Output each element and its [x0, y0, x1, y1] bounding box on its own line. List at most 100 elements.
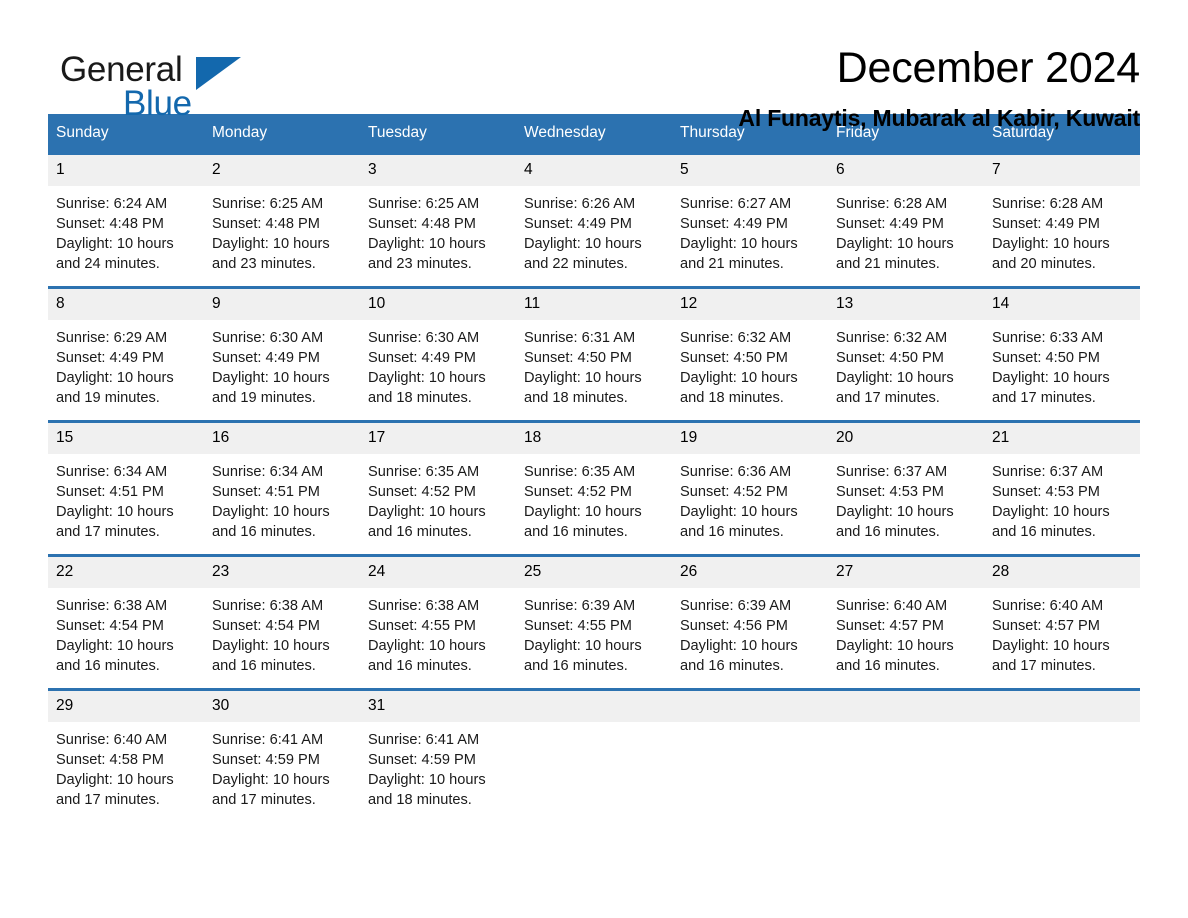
day-number: 11 [516, 289, 672, 320]
calendar-day-cell[interactable]: 21 Sunrise: 6:37 AM Sunset: 4:53 PM Dayligh… [984, 420, 1140, 556]
sunset-text: Sunset: 4:57 PM [992, 617, 1100, 634]
calendar-day-cell[interactable]: 10 Sunrise: 6:30 AM Sunset: 4:49 PM Dayligh… [360, 286, 516, 422]
calendar-day-cell[interactable]: 5 Sunrise: 6:27 AM Sunset: 4:49 PM Daylight… [672, 152, 828, 288]
calendar-day-cell[interactable]: 6 Sunrise: 6:28 AM Sunset: 4:49 PM Daylight… [828, 152, 984, 288]
calendar-day-cell[interactable]: 19 Sunrise: 6:36 AM Sunset: 4:52 PM Dayligh… [672, 420, 828, 556]
calendar-day-cell[interactable]: 24 Sunrise: 6:38 AM Sunset: 4:55 PM Dayligh… [360, 554, 516, 690]
calendar-day-cell[interactable]: 30 Sunrise: 6:41 AM Sunset: 4:59 PM Dayligh… [204, 688, 360, 822]
sunrise-text: Sunrise: 6:38 AM [56, 597, 168, 614]
day-details: Sunrise: 6:33 AM Sunset: 4:50 PM Daylight:… [984, 320, 1140, 408]
day-details: Sunrise: 6:36 AM Sunset: 4:52 PM Daylight:… [672, 454, 828, 542]
day-number: 30 [204, 691, 360, 722]
daylight-text: Daylight: 10 hours and 16 minutes. [836, 503, 954, 540]
calendar-day-cell[interactable]: 20 Sunrise: 6:37 AM Sunset: 4:53 PM Dayligh… [828, 420, 984, 556]
sunrise-text: Sunrise: 6:40 AM [992, 597, 1104, 614]
calendar-day-cell[interactable]: 23 Sunrise: 6:38 AM Sunset: 4:54 PM Dayligh… [204, 554, 360, 690]
daylight-text: Daylight: 10 hours and 19 minutes. [212, 369, 330, 406]
logo-text-general: General [60, 50, 183, 89]
sunrise-text: Sunrise: 6:24 AM [56, 195, 168, 212]
sunset-text: Sunset: 4:50 PM [992, 349, 1100, 366]
sunset-text: Sunset: 4:53 PM [836, 483, 944, 500]
calendar-day-cell[interactable]: 15 Sunrise: 6:34 AM Sunset: 4:51 PM Dayligh… [48, 420, 204, 556]
calendar-day-cell[interactable]: 22 Sunrise: 6:38 AM Sunset: 4:54 PM Dayligh… [48, 554, 204, 690]
sunset-text: Sunset: 4:52 PM [524, 483, 632, 500]
calendar-day-cell[interactable]: 25 Sunrise: 6:39 AM Sunset: 4:55 PM Dayligh… [516, 554, 672, 690]
sunset-text: Sunset: 4:51 PM [56, 483, 164, 500]
day-details: Sunrise: 6:28 AM Sunset: 4:49 PM Daylight:… [984, 186, 1140, 274]
sunrise-text: Sunrise: 6:36 AM [680, 463, 792, 480]
calendar-week-row: 1 Sunrise: 6:24 AM Sunset: 4:48 PM Daylight… [48, 152, 1140, 288]
day-number: 23 [204, 557, 360, 588]
calendar-day-cell[interactable]: 16 Sunrise: 6:34 AM Sunset: 4:51 PM Dayligh… [204, 420, 360, 556]
calendar-day-cell[interactable]: 28 Sunrise: 6:40 AM Sunset: 4:57 PM Dayligh… [984, 554, 1140, 690]
day-number: 15 [48, 423, 204, 454]
calendar-day-cell[interactable]: 18 Sunrise: 6:35 AM Sunset: 4:52 PM Dayligh… [516, 420, 672, 556]
calendar-day-cell[interactable]: 9 Sunrise: 6:30 AM Sunset: 4:49 PM Daylight… [204, 286, 360, 422]
calendar-day-cell-empty [516, 688, 672, 822]
day-details: Sunrise: 6:32 AM Sunset: 4:50 PM Daylight:… [672, 320, 828, 408]
calendar-day-cell[interactable]: 11 Sunrise: 6:31 AM Sunset: 4:50 PM Dayligh… [516, 286, 672, 422]
sunset-text: Sunset: 4:50 PM [680, 349, 788, 366]
daylight-text: Daylight: 10 hours and 17 minutes. [992, 637, 1110, 674]
calendar-day-cell[interactable]: 26 Sunrise: 6:39 AM Sunset: 4:56 PM Dayligh… [672, 554, 828, 690]
day-details: Sunrise: 6:35 AM Sunset: 4:52 PM Daylight:… [516, 454, 672, 542]
day-details: Sunrise: 6:35 AM Sunset: 4:52 PM Daylight:… [360, 454, 516, 542]
day-number: 7 [984, 155, 1140, 186]
day-details: Sunrise: 6:28 AM Sunset: 4:49 PM Daylight:… [828, 186, 984, 274]
calendar-day-cell[interactable]: 7 Sunrise: 6:28 AM Sunset: 4:49 PM Daylight… [984, 152, 1140, 288]
sunset-text: Sunset: 4:49 PM [524, 215, 632, 232]
day-details: Sunrise: 6:39 AM Sunset: 4:55 PM Daylight:… [516, 588, 672, 676]
daylight-text: Daylight: 10 hours and 16 minutes. [680, 503, 798, 540]
sunrise-text: Sunrise: 6:41 AM [368, 731, 480, 748]
daylight-text: Daylight: 10 hours and 17 minutes. [56, 771, 174, 808]
daylight-text: Daylight: 10 hours and 18 minutes. [368, 369, 486, 406]
day-number: 18 [516, 423, 672, 454]
sunrise-text: Sunrise: 6:30 AM [368, 329, 480, 346]
daylight-text: Daylight: 10 hours and 16 minutes. [212, 637, 330, 674]
sunset-text: Sunset: 4:57 PM [836, 617, 944, 634]
sunrise-text: Sunrise: 6:38 AM [368, 597, 480, 614]
sunrise-text: Sunrise: 6:34 AM [212, 463, 324, 480]
sunset-text: Sunset: 4:49 PM [212, 349, 320, 366]
day-number: 21 [984, 423, 1140, 454]
calendar-day-cell[interactable]: 3 Sunrise: 6:25 AM Sunset: 4:48 PM Daylight… [360, 152, 516, 288]
day-number [516, 691, 672, 722]
calendar-day-cell[interactable]: 12 Sunrise: 6:32 AM Sunset: 4:50 PM Dayligh… [672, 286, 828, 422]
day-number: 25 [516, 557, 672, 588]
day-details: Sunrise: 6:25 AM Sunset: 4:48 PM Daylight:… [204, 186, 360, 274]
calendar-body: 1 Sunrise: 6:24 AM Sunset: 4:48 PM Daylight… [48, 152, 1140, 822]
calendar-day-cell[interactable]: 13 Sunrise: 6:32 AM Sunset: 4:50 PM Dayligh… [828, 286, 984, 422]
calendar-day-cell[interactable]: 8 Sunrise: 6:29 AM Sunset: 4:49 PM Daylight… [48, 286, 204, 422]
sunset-text: Sunset: 4:53 PM [992, 483, 1100, 500]
generalblue-logo[interactable]: General Blue [48, 44, 318, 124]
calendar-week-row: 22 Sunrise: 6:38 AM Sunset: 4:54 PM Dayligh… [48, 554, 1140, 690]
sunset-text: Sunset: 4:49 PM [992, 215, 1100, 232]
day-number: 24 [360, 557, 516, 588]
day-number: 19 [672, 423, 828, 454]
calendar-day-cell[interactable]: 14 Sunrise: 6:33 AM Sunset: 4:50 PM Dayligh… [984, 286, 1140, 422]
sunrise-text: Sunrise: 6:37 AM [992, 463, 1104, 480]
day-details: Sunrise: 6:37 AM Sunset: 4:53 PM Daylight:… [984, 454, 1140, 542]
calendar-week-row: 8 Sunrise: 6:29 AM Sunset: 4:49 PM Daylight… [48, 286, 1140, 422]
calendar-day-cell[interactable]: 31 Sunrise: 6:41 AM Sunset: 4:59 PM Dayligh… [360, 688, 516, 822]
calendar-day-cell[interactable]: 17 Sunrise: 6:35 AM Sunset: 4:52 PM Dayligh… [360, 420, 516, 556]
sunset-text: Sunset: 4:48 PM [56, 215, 164, 232]
daylight-text: Daylight: 10 hours and 16 minutes. [368, 503, 486, 540]
sunset-text: Sunset: 4:50 PM [836, 349, 944, 366]
daylight-text: Daylight: 10 hours and 23 minutes. [212, 235, 330, 272]
sunrise-text: Sunrise: 6:40 AM [836, 597, 948, 614]
page-title: December 2024 [836, 44, 1141, 92]
sunset-text: Sunset: 4:49 PM [56, 349, 164, 366]
calendar-day-cell[interactable]: 29 Sunrise: 6:40 AM Sunset: 4:58 PM Dayligh… [48, 688, 204, 822]
day-details: Sunrise: 6:34 AM Sunset: 4:51 PM Daylight:… [204, 454, 360, 542]
sunset-text: Sunset: 4:59 PM [212, 751, 320, 768]
calendar-day-cell[interactable]: 27 Sunrise: 6:40 AM Sunset: 4:57 PM Dayligh… [828, 554, 984, 690]
calendar-day-cell[interactable]: 1 Sunrise: 6:24 AM Sunset: 4:48 PM Daylight… [48, 152, 204, 288]
calendar-day-cell[interactable]: 2 Sunrise: 6:25 AM Sunset: 4:48 PM Daylight… [204, 152, 360, 288]
calendar-day-cell[interactable]: 4 Sunrise: 6:26 AM Sunset: 4:49 PM Daylight… [516, 152, 672, 288]
calendar-day-cell-empty [984, 688, 1140, 822]
page-header: General Blue December 2024 Al Funaytis, … [48, 0, 1141, 131]
daylight-text: Daylight: 10 hours and 22 minutes. [524, 235, 642, 272]
day-number: 17 [360, 423, 516, 454]
day-details: Sunrise: 6:26 AM Sunset: 4:49 PM Daylight:… [516, 186, 672, 274]
